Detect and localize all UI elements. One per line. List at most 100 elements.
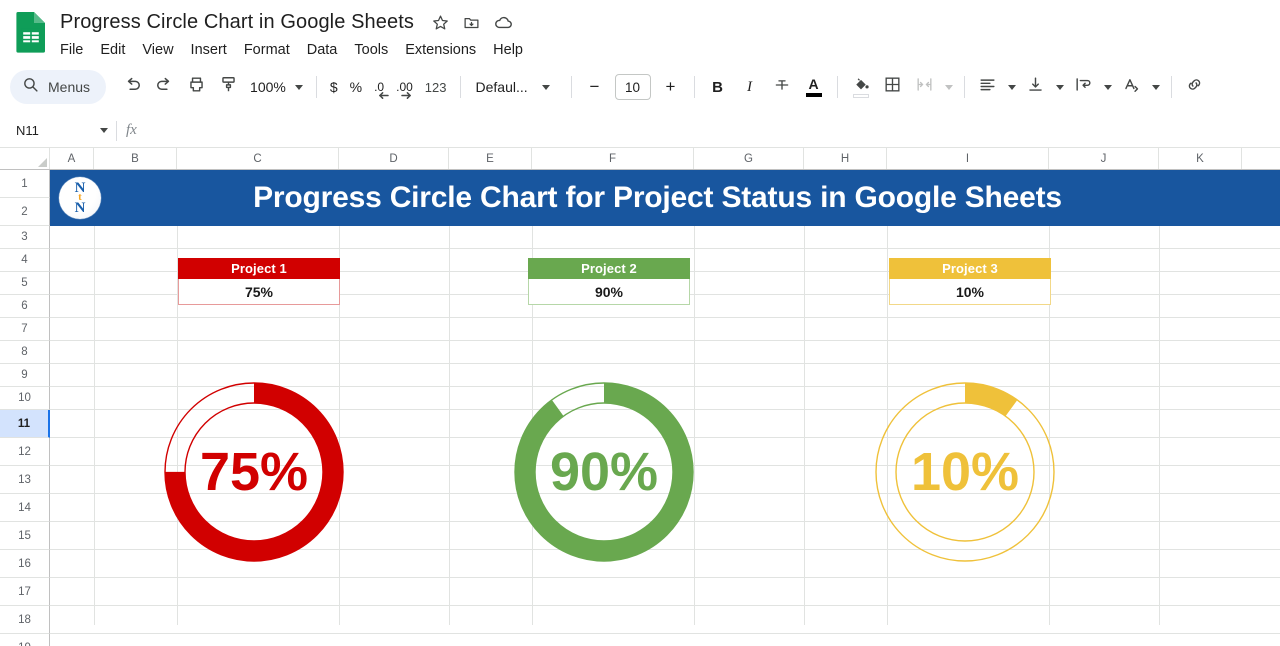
column-header-j[interactable]: J (1049, 148, 1159, 169)
horizontal-align-icon (978, 75, 997, 99)
italic-button[interactable]: I (734, 71, 766, 103)
row-header-1[interactable]: 1 (0, 170, 50, 198)
row-header-15[interactable]: 15 (0, 522, 50, 550)
menu-tools[interactable]: Tools (354, 38, 388, 62)
divider (459, 76, 461, 98)
row-header-16[interactable]: 16 (0, 550, 50, 578)
increase-font-size-button[interactable]: + (655, 71, 687, 103)
project-card-1-value: 75% (178, 279, 340, 305)
menu-view[interactable]: View (142, 38, 173, 62)
zoom-value: 100% (250, 79, 286, 95)
increase-decimal-button[interactable]: .00 (390, 71, 419, 103)
row-header-9[interactable]: 9 (0, 364, 50, 387)
row-header-3[interactable]: 3 (0, 226, 50, 249)
cloud-saved-icon[interactable] (494, 14, 513, 31)
text-rotation-button[interactable] (1116, 71, 1148, 103)
merge-cells-button[interactable] (909, 71, 941, 103)
title-bar: Progress Circle Chart in Google Sheets F… (0, 0, 1280, 60)
print-button[interactable] (180, 71, 212, 103)
menu-format[interactable]: Format (244, 38, 290, 62)
row-header-19[interactable]: 19 (0, 634, 50, 646)
row-header-12[interactable]: 12 (0, 438, 50, 466)
insert-link-icon (1185, 75, 1204, 99)
borders-button[interactable] (877, 71, 909, 103)
horizontal-align-dropdown[interactable] (1004, 71, 1020, 103)
strikethrough-button[interactable] (766, 71, 798, 103)
column-header-g[interactable]: G (694, 148, 804, 169)
row-header-8[interactable]: 8 (0, 341, 50, 364)
row-header-6[interactable]: 6 (0, 295, 50, 318)
column-header-i[interactable]: I (887, 148, 1049, 169)
star-icon[interactable] (432, 14, 449, 31)
row-header-4[interactable]: 4 (0, 249, 50, 272)
logo-line-3: N (74, 199, 86, 216)
row-header-2[interactable]: 2 (0, 198, 50, 226)
cell-area[interactable]: N t N Progress Circle Chart for Project … (50, 170, 1280, 634)
document-title[interactable]: Progress Circle Chart in Google Sheets (60, 8, 414, 36)
strikethrough-icon (773, 76, 791, 99)
menu-extensions[interactable]: Extensions (405, 38, 476, 62)
text-wrapping-dropdown[interactable] (1100, 71, 1116, 103)
chevron-down-icon[interactable] (100, 128, 108, 133)
search-menus-button[interactable]: Menus (10, 70, 107, 104)
name-box[interactable]: N11 (8, 120, 114, 142)
column-header-k[interactable]: K (1159, 148, 1242, 169)
row-header-14[interactable]: 14 (0, 494, 50, 522)
paint-format-button[interactable] (212, 71, 244, 103)
more-formats-label: 123 (424, 79, 447, 95)
progress-donut-chart-2: 90% (506, 374, 702, 570)
vertical-align-button[interactable] (1020, 71, 1052, 103)
select-all-corner[interactable] (0, 148, 50, 169)
column-header-f[interactable]: F (532, 148, 694, 169)
row-header-18[interactable]: 18 (0, 606, 50, 634)
insert-link-button[interactable] (1179, 71, 1211, 103)
project-card-3: Project 3 10% (889, 258, 1051, 305)
column-header-a[interactable]: A (50, 148, 94, 169)
text-rotation-dropdown[interactable] (1148, 71, 1164, 103)
menu-file[interactable]: File (60, 38, 83, 62)
move-to-folder-icon[interactable] (463, 14, 480, 31)
row-header-5[interactable]: 5 (0, 272, 50, 295)
row-header-17[interactable]: 17 (0, 578, 50, 606)
undo-button[interactable] (116, 71, 148, 103)
text-color-button[interactable]: A (798, 71, 830, 103)
row-header-11[interactable]: 11 (0, 410, 50, 438)
menu-insert[interactable]: Insert (191, 38, 227, 62)
banner-title: Progress Circle Chart for Project Status… (253, 181, 1062, 214)
undo-icon (123, 75, 142, 99)
column-header-d[interactable]: D (339, 148, 449, 169)
menu-data[interactable]: Data (307, 38, 338, 62)
project-card-2-value: 90% (528, 279, 690, 305)
column-header-h[interactable]: H (804, 148, 887, 169)
bold-button[interactable]: B (702, 71, 734, 103)
column-header-c[interactable]: C (177, 148, 339, 169)
project-card-1-header: Project 1 (178, 258, 340, 279)
column-header-e[interactable]: E (449, 148, 532, 169)
decrease-decimal-button[interactable]: .0 (368, 71, 390, 103)
redo-button[interactable] (148, 71, 180, 103)
row-header-10[interactable]: 10 (0, 387, 50, 410)
donut-value-label-2: 90% (550, 442, 658, 502)
currency-format-button[interactable]: $ (324, 71, 344, 103)
more-formats-button[interactable]: 123 (419, 71, 453, 103)
divider (116, 120, 117, 141)
text-color-label: A (808, 76, 819, 92)
row-header-7[interactable]: 7 (0, 318, 50, 341)
row-header-13[interactable]: 13 (0, 466, 50, 494)
column-header-b[interactable]: B (94, 148, 177, 169)
menu-help[interactable]: Help (493, 38, 523, 62)
vertical-align-dropdown[interactable] (1052, 71, 1068, 103)
font-size-input[interactable]: 10 (614, 74, 651, 100)
horizontal-align-button[interactable] (972, 71, 1004, 103)
percent-format-button[interactable]: % (344, 71, 368, 103)
zoom-selector[interactable]: 100% (244, 79, 309, 95)
text-wrapping-button[interactable] (1068, 71, 1100, 103)
font-family-selector[interactable]: Defaul... (468, 79, 564, 95)
menu-edit[interactable]: Edit (100, 38, 125, 62)
chevron-down-icon (944, 84, 953, 90)
chevron-down-icon (1055, 84, 1064, 90)
fill-color-button[interactable] (845, 71, 877, 103)
formula-input[interactable] (137, 114, 1280, 147)
merge-cells-dropdown[interactable] (941, 71, 957, 103)
decrease-font-size-button[interactable]: − (579, 71, 611, 103)
